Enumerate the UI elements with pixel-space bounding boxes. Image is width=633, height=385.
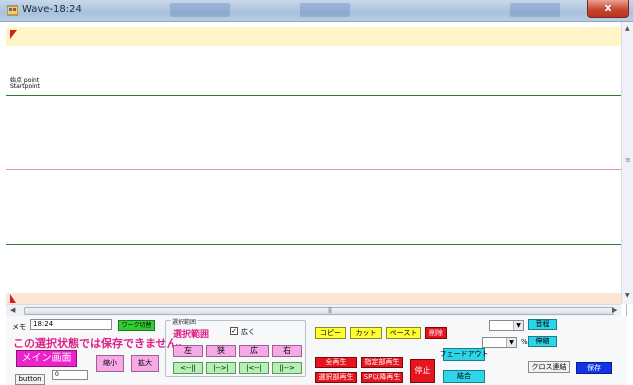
step-forward-button[interactable]: ||--> <box>272 362 302 374</box>
range-narrow-button[interactable]: 狭 <box>206 345 236 357</box>
paste-button[interactable]: ペースト <box>386 327 421 339</box>
range-right-button[interactable]: 右 <box>272 345 302 357</box>
start-marker-icon[interactable] <box>10 30 17 39</box>
widen-checkbox[interactable]: ✓ <box>230 327 238 335</box>
window-title: Wave-18:24 <box>22 4 82 15</box>
scroll-right-icon[interactable]: ▶ <box>612 306 617 314</box>
range-wide-button[interactable]: 広 <box>239 345 269 357</box>
stop-button[interactable]: 停止 <box>410 359 435 383</box>
copy-button[interactable]: コピー <box>315 327 346 339</box>
pitch-button[interactable]: 音程 <box>528 319 557 330</box>
speed-button[interactable]: 伸縮 <box>528 336 557 347</box>
start-point-label-en: Startpoint <box>10 83 40 90</box>
vertical-scrollbar[interactable]: ▲ ≡ ▼ <box>621 22 633 304</box>
scroll-up-icon[interactable]: ▲ <box>625 25 630 32</box>
value-input[interactable]: 0 <box>52 370 88 380</box>
start-point-label: 始点 point Startpoint <box>10 78 40 90</box>
scroll-grip-icon: ||| <box>328 307 332 314</box>
horizontal-scrollbar[interactable]: ◀ ||| ▶ <box>6 304 621 316</box>
delete-button[interactable]: 削除 <box>425 327 447 339</box>
save-warning-text: この選択状態では保存できません。 <box>13 337 189 350</box>
shrink-button[interactable]: 縮小 <box>96 355 124 372</box>
waveform-center-line <box>6 169 621 170</box>
end-marker-icon[interactable] <box>10 294 16 303</box>
expand-button[interactable]: 拡大 <box>131 355 159 372</box>
close-button[interactable]: x <box>587 0 629 18</box>
main-screen-button[interactable]: メイン画面 <box>16 350 77 367</box>
memo-input[interactable]: 18:24 <box>30 319 112 330</box>
scroll-down-icon[interactable]: ▼ <box>625 292 630 299</box>
horizontal-scroll-thumb[interactable]: ||| <box>24 307 614 315</box>
chevron-down-icon[interactable]: ▼ <box>513 321 523 330</box>
tooltip-button[interactable]: button <box>15 374 45 385</box>
join-button[interactable]: 結合 <box>443 370 485 383</box>
step-back-button[interactable]: <--|| <box>173 362 203 374</box>
range-left-button[interactable]: 左 <box>173 345 203 357</box>
waveform-area[interactable]: 始点 point Startpoint <box>6 22 621 304</box>
bottom-band <box>6 293 621 304</box>
chevron-down-icon[interactable]: ▼ <box>506 338 516 347</box>
fadeout-button[interactable]: フェードアウト <box>440 348 489 361</box>
play-from-sp-button[interactable]: SP以降再生 <box>361 372 403 383</box>
speed-select[interactable]: ▼ <box>482 337 517 348</box>
cross-connect-button[interactable]: クロス連結 <box>528 361 570 373</box>
selection-range-label: 選択範囲 <box>173 330 210 340</box>
scroll-grip-icon: ≡ <box>625 156 631 164</box>
title-glass <box>300 3 350 17</box>
app-icon <box>7 5 18 16</box>
selection-range-group-caption: 選択範囲 <box>171 317 198 326</box>
cut-button[interactable]: カット <box>350 327 382 339</box>
work-switch-button[interactable]: ワーク切替 <box>118 320 155 331</box>
pitch-select[interactable]: ▼ <box>489 320 524 331</box>
memo-label: メモ <box>12 323 26 331</box>
waveform-line-top <box>6 95 621 96</box>
play-selection-button[interactable]: 選択部再生 <box>315 372 357 383</box>
title-bar: Wave-18:24 x <box>0 0 633 22</box>
step-to-start-button[interactable]: |<--| <box>239 362 269 374</box>
play-all-button[interactable]: 全再生 <box>315 357 357 368</box>
widen-label: 広く <box>241 328 255 336</box>
top-band <box>6 27 621 46</box>
title-glass <box>170 3 230 17</box>
step-to-end-button[interactable]: |-->| <box>206 362 236 374</box>
title-glass <box>510 3 560 17</box>
percent-label: % <box>521 338 528 346</box>
scroll-left-icon[interactable]: ◀ <box>10 306 15 314</box>
play-range-button[interactable]: 指定部再生 <box>361 357 403 368</box>
save-button[interactable]: 保存 <box>576 362 612 374</box>
waveform-line-bottom <box>6 244 621 245</box>
